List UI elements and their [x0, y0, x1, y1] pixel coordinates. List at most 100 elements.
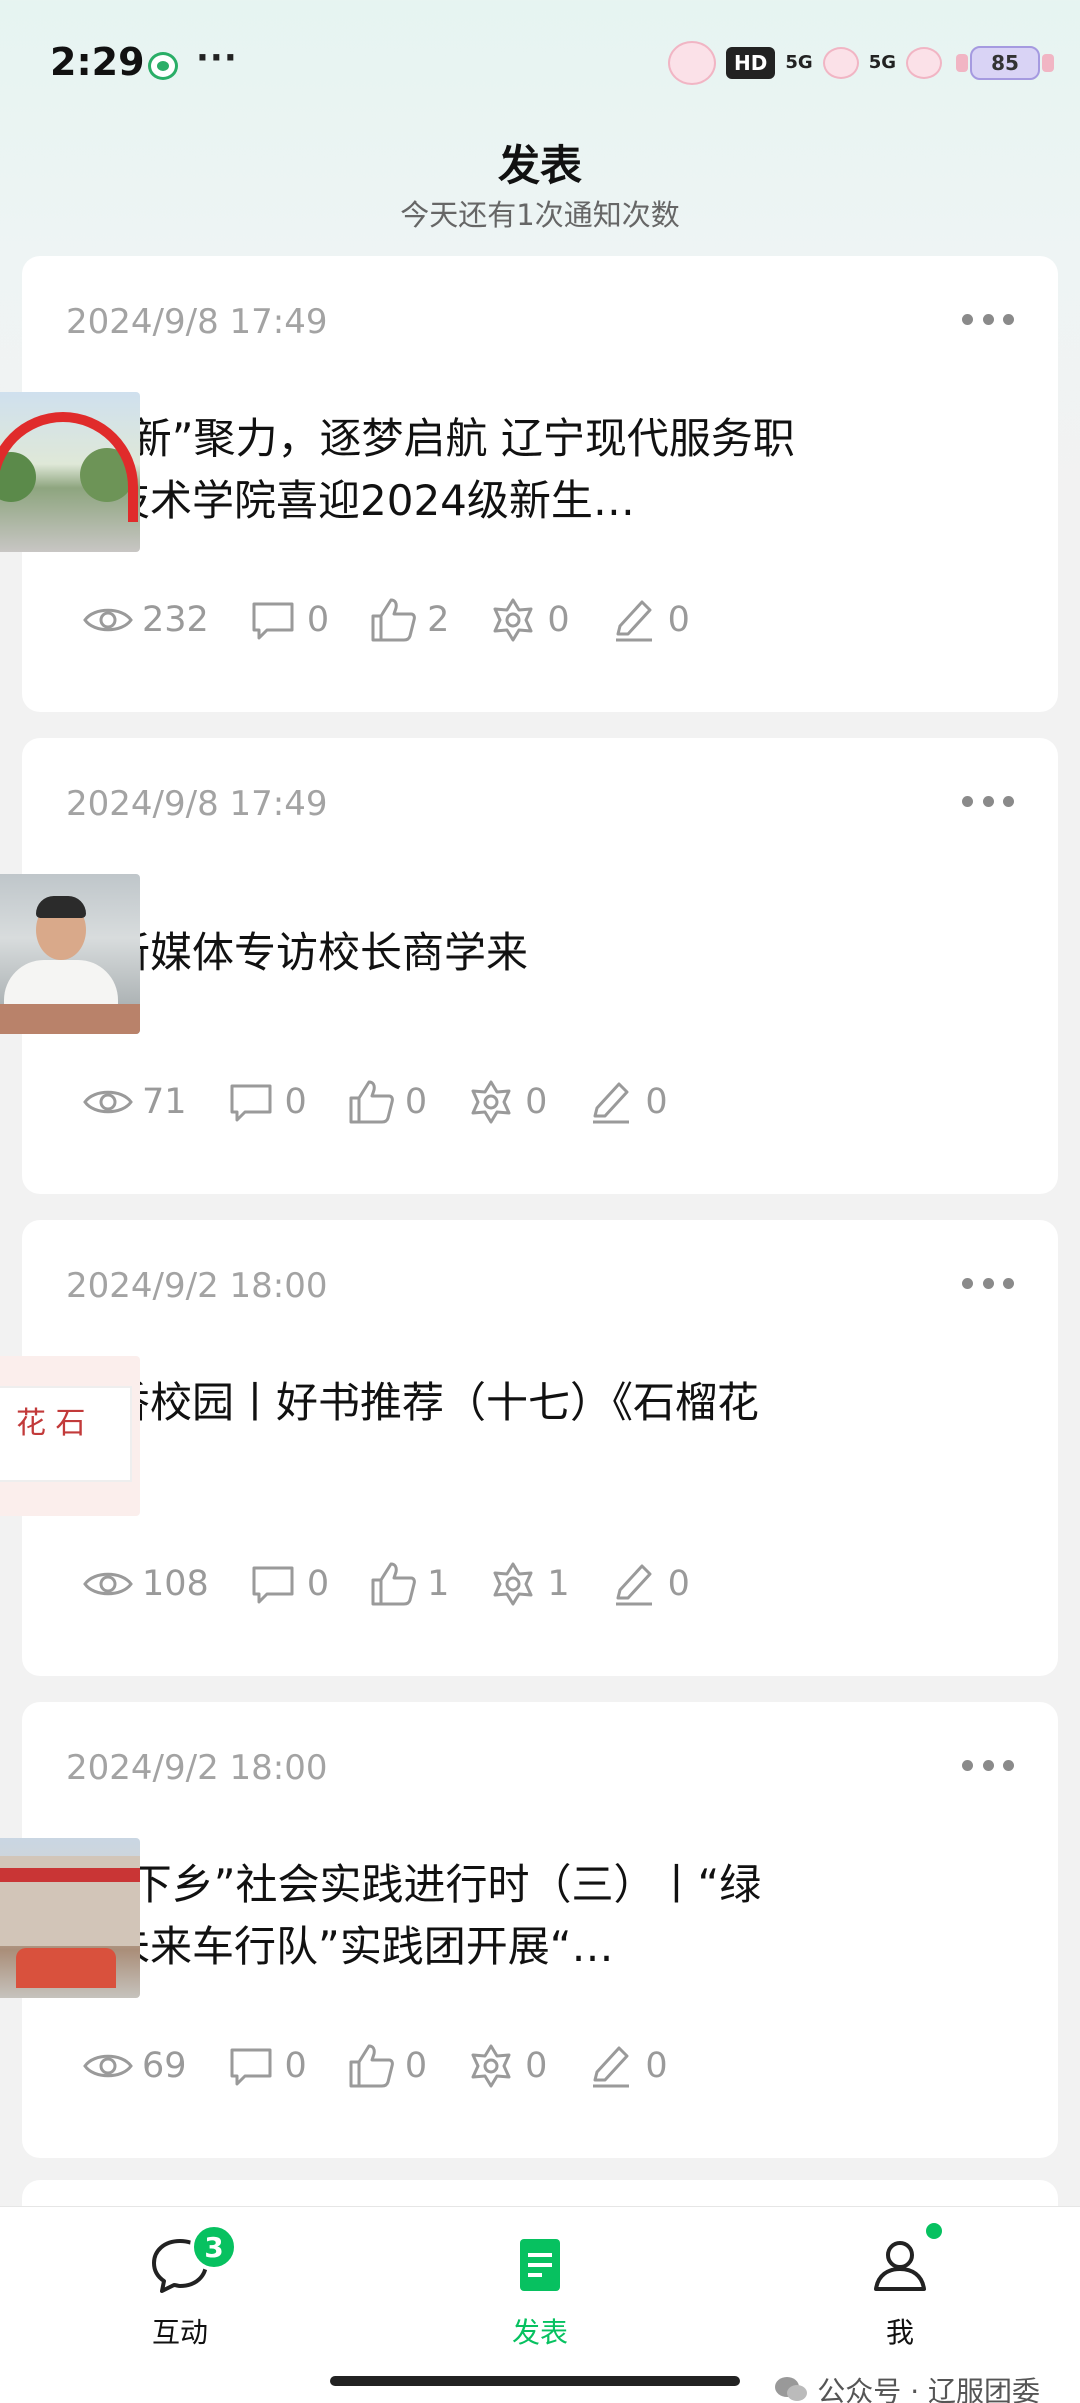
post-title[interactable]: 书香校园丨好书推荐（十七）《石榴花开》 — [66, 1372, 796, 1496]
document-icon — [508, 2233, 572, 2297]
sticker-icon — [822, 47, 859, 79]
post-card[interactable]: 2024/9/8 17:49 校新媒体专访校长商学来 71 0 0 0 0 — [0, 738, 1058, 1194]
battery-icon: 85 — [956, 46, 1054, 80]
person-icon — [868, 2223, 942, 2297]
views-stat: 69 — [82, 2040, 187, 2092]
battery-level: 85 — [991, 51, 1019, 75]
tab-me-label: 我 — [885, 2316, 914, 2349]
flower-icon — [493, 1562, 533, 1606]
edits-count: 0 — [667, 1564, 690, 1604]
watermark: 公众号 · 辽服团委 — [773, 2370, 1040, 2403]
comment-icon — [252, 602, 294, 640]
shares-stat: 0 — [465, 1076, 547, 1128]
signal-5g-2: 5G — [868, 52, 896, 73]
post-card[interactable]: 2024/9/2 18:00 书香校园丨好书推荐（十七）《石榴花开》 花 石 1… — [0, 1220, 1058, 1676]
flower-icon — [471, 2044, 511, 2088]
post-thumbnail[interactable] — [0, 1838, 140, 1998]
post-date: 2024/9/2 18:00 — [66, 1748, 328, 1788]
shares-stat: 1 — [487, 1558, 570, 1610]
shares-count: 0 — [547, 600, 570, 640]
edits-stat: 0 — [608, 1558, 690, 1610]
more-options-icon[interactable] — [962, 314, 1014, 326]
shares-stat: 0 — [465, 2040, 547, 2092]
comments-stat: 0 — [247, 594, 329, 646]
post-title[interactable]: 校新媒体专访校长商学来 — [66, 922, 796, 984]
tab-publish-label: 发表 — [511, 2316, 568, 2349]
edits-count: 0 — [645, 1082, 668, 1122]
pencil-icon — [615, 600, 652, 642]
tab-interact-label: 互动 — [151, 2316, 208, 2349]
post-date: 2024/9/2 18:00 — [66, 1266, 328, 1306]
home-indicator[interactable] — [330, 2376, 740, 2386]
wechat-icon — [148, 52, 178, 80]
edits-count: 0 — [645, 2046, 668, 2086]
likes-stat: 2 — [367, 594, 449, 646]
edits-stat: 0 — [585, 1076, 668, 1128]
unread-badge: 3 — [190, 2223, 238, 2271]
more-options-icon[interactable] — [962, 1760, 1014, 1772]
edits-stat: 0 — [608, 594, 690, 646]
post-date: 2024/9/8 17:49 — [66, 302, 328, 342]
comments-count: 0 — [284, 2046, 307, 2086]
views-stat: 108 — [82, 1558, 209, 1610]
watermark-text: 公众号 · 辽服团委 — [817, 2375, 1040, 2403]
likes-count: 1 — [427, 1564, 450, 1604]
chat-bubble-icon: 3 — [148, 2223, 238, 2297]
page-title: 发表 — [497, 141, 582, 190]
likes-stat: 1 — [367, 1558, 449, 1610]
post-stats: 71 0 0 0 0 — [82, 1076, 706, 1128]
post-card[interactable]: 2024/9/2 18:00 “三下乡”社会实践进行时（三）丨“绿动未来车行队”… — [0, 1702, 1058, 2158]
signal-5g-1: 5G — [785, 52, 813, 73]
status-bar: 2:29 ··· HD 5G 5G 85 — [0, 0, 1080, 130]
tab-me[interactable]: 我 — [800, 2223, 1000, 2351]
thumbs-up-icon — [349, 2044, 394, 2088]
shares-count: 0 — [525, 2046, 548, 2086]
edits-count: 0 — [667, 600, 690, 640]
comments-count: 0 — [284, 1082, 307, 1122]
thumbs-up-icon — [349, 1080, 394, 1124]
post-thumbnail[interactable] — [0, 392, 140, 552]
tab-publish[interactable]: 发表 — [440, 2233, 640, 2351]
more-notifications-icon: ··· — [196, 38, 238, 78]
post-date: 2024/9/8 17:49 — [66, 784, 328, 824]
views-count: 69 — [142, 2046, 187, 2086]
pencil-icon — [593, 1082, 630, 1124]
pencil-icon — [615, 1564, 652, 1606]
hd-icon: HD — [726, 47, 776, 79]
likes-count: 0 — [404, 2046, 428, 2086]
views-count: 232 — [142, 600, 209, 640]
eye-icon — [83, 1572, 133, 1596]
views-stat: 232 — [82, 594, 209, 646]
more-options-icon[interactable] — [962, 796, 1014, 808]
shares-count: 1 — [547, 1564, 570, 1604]
likes-count: 0 — [404, 1082, 428, 1122]
sticker-icon — [668, 41, 717, 85]
post-title[interactable]: “三下乡”社会实践进行时（三）丨“绿动未来车行队”实践团开展“… — [66, 1854, 796, 1978]
post-card[interactable]: 2024/9/8 17:49 凝“新”聚力，逐梦启航 辽宁现代服务职业技术学院喜… — [0, 256, 1058, 712]
thumbs-up-icon — [371, 1562, 416, 1606]
views-count: 71 — [142, 1082, 187, 1122]
thumbs-up-icon — [371, 598, 416, 642]
likes-stat: 0 — [345, 2040, 427, 2092]
comment-icon — [230, 1084, 272, 1122]
comment-icon — [230, 2048, 272, 2086]
comments-stat: 0 — [225, 2040, 307, 2092]
comment-icon — [252, 1566, 294, 1604]
more-options-icon[interactable] — [962, 1278, 1014, 1290]
status-time: 2:29 — [50, 40, 145, 84]
notification-quota: 今天还有1次通知次数 — [400, 198, 680, 232]
post-thumbnail[interactable] — [0, 874, 140, 1034]
pencil-icon — [593, 2046, 630, 2088]
wechat-logo-icon — [775, 2377, 808, 2401]
post-thumbnail[interactable]: 花 石 — [0, 1356, 140, 1516]
sticker-icon — [906, 47, 942, 79]
post-title[interactable]: 凝“新”聚力，逐梦启航 辽宁现代服务职业技术学院喜迎2024级新生… — [66, 408, 796, 532]
edits-stat: 0 — [585, 2040, 668, 2092]
notification-dot — [926, 2223, 942, 2239]
tab-interact[interactable]: 3 互动 — [80, 2223, 280, 2351]
comments-stat: 0 — [225, 1076, 307, 1128]
likes-stat: 0 — [345, 1076, 427, 1128]
flower-icon — [493, 598, 533, 642]
comments-stat: 0 — [247, 1558, 329, 1610]
post-stats: 232 0 2 0 0 — [82, 594, 728, 646]
